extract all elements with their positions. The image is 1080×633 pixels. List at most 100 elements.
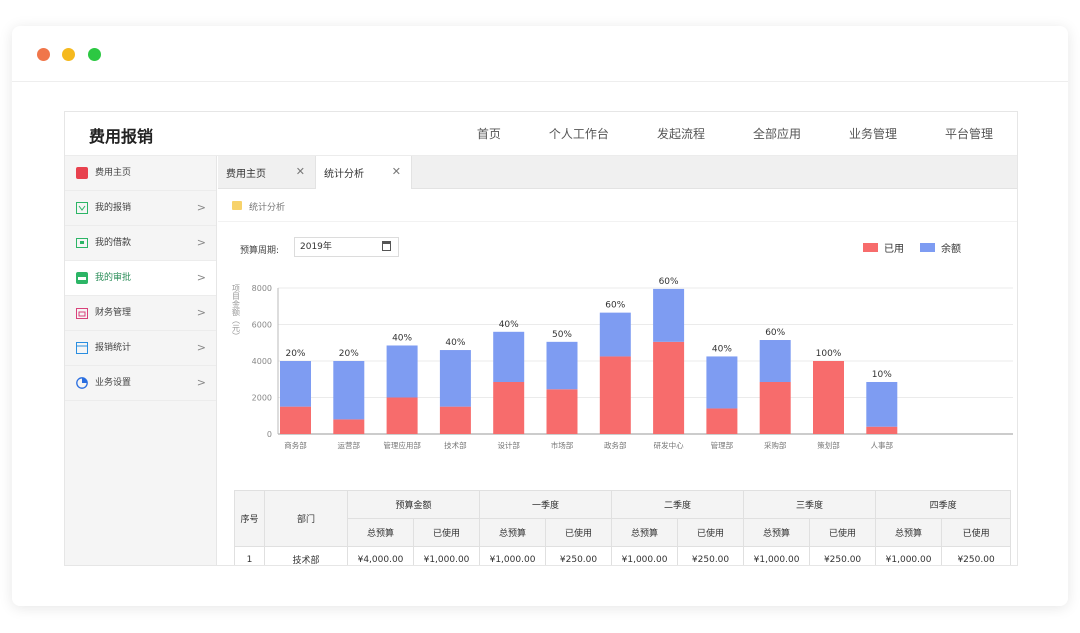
y-tick-label: 8000 (252, 284, 272, 293)
receipt-icon (76, 202, 88, 214)
subheader-total: 总预算 (347, 518, 414, 547)
chevron-right-icon: > (196, 201, 206, 214)
subheader-total: 总预算 (743, 518, 811, 547)
bar-used (706, 408, 738, 434)
data-label: 10% (872, 370, 892, 380)
bar-remaining (333, 361, 365, 420)
minimize-window-button[interactable] (62, 48, 75, 61)
sidebar-item-label: 费用主页 (95, 168, 132, 178)
close-icon[interactable]: ✕ (392, 165, 401, 178)
top-nav: 首页 个人工作台 发起流程 全部应用 业务管理 平台管理 (429, 112, 993, 156)
legend-label-used: 已用 (884, 244, 904, 255)
bar-remaining (439, 350, 471, 407)
sidebar-item-statistics[interactable]: 报销统计 > (65, 331, 216, 366)
x-tick-label: 市场部 (551, 440, 574, 450)
approval-icon (76, 272, 88, 284)
table-cell: ¥1,000.00 (743, 546, 811, 565)
close-icon[interactable]: ✕ (296, 165, 305, 178)
tab-expense-home[interactable]: 费用主页 ✕ (218, 156, 315, 189)
chart-legend: 已用 余额 (847, 240, 961, 255)
app-window: 费用报销 首页 个人工作台 发起流程 全部应用 业务管理 平台管理 费用主页 我… (12, 26, 1068, 606)
bar-remaining (653, 288, 685, 342)
x-tick-label: 管理部 (711, 440, 734, 450)
data-label: 60% (765, 328, 785, 338)
window-titlebar (12, 26, 1068, 82)
nav-item-start-process[interactable]: 发起流程 (657, 112, 705, 156)
breadcrumb-current: 统计分析 (249, 203, 286, 213)
subheader-used: 已使用 (809, 518, 877, 547)
sidebar-item-settings[interactable]: 业务设置 > (65, 366, 216, 401)
x-tick-label: 技术部 (444, 440, 467, 450)
table-row[interactable]: 1 技术部 ¥4,000.00 ¥1,000.00 ¥1,000.00 ¥250… (234, 546, 1012, 565)
x-tick-label: 政务部 (604, 440, 627, 450)
sidebar-item-label: 报销统计 (95, 343, 132, 353)
x-tick-label: 采购部 (764, 440, 787, 450)
col-header-q4: 四季度 (875, 490, 1012, 519)
nav-item-platform[interactable]: 平台管理 (945, 112, 993, 156)
x-tick-label: 策划部 (817, 440, 840, 450)
nav-item-business[interactable]: 业务管理 (849, 112, 897, 156)
bar-used (386, 397, 418, 434)
legend-item-remaining[interactable]: 余额 (920, 240, 961, 255)
nav-item-workbench[interactable]: 个人工作台 (549, 112, 609, 156)
sidebar-item-my-reimbursement[interactable]: 我的报销 > (65, 191, 216, 226)
top-bar: 费用报销 首页 个人工作台 发起流程 全部应用 业务管理 平台管理 (65, 112, 1017, 156)
pie-icon (76, 377, 88, 389)
bar-remaining (866, 381, 898, 427)
close-window-button[interactable] (37, 48, 50, 61)
money-icon (76, 238, 88, 248)
data-label: 40% (712, 344, 732, 354)
x-tick-label: 管理应用部 (383, 440, 421, 450)
data-label: 20% (339, 349, 359, 359)
bar-remaining (599, 312, 631, 357)
legend-item-used[interactable]: 已用 (863, 240, 904, 255)
col-header-index: 序号 (234, 490, 265, 547)
bar-used (813, 361, 844, 434)
y-tick-label: 2000 (252, 394, 272, 403)
data-label: 60% (605, 301, 625, 311)
bar-used (653, 341, 685, 434)
data-label: 50% (552, 330, 572, 340)
x-tick-label: 研发中心 (654, 440, 684, 450)
subheader-used: 已使用 (545, 518, 613, 547)
bar-used (759, 381, 791, 434)
legend-swatch-remaining (920, 243, 935, 252)
stats-icon (76, 342, 88, 354)
y-tick-label: 4000 (252, 357, 272, 366)
bar-used (866, 426, 898, 434)
sidebar-item-my-approval[interactable]: 我的审批 > (65, 261, 216, 296)
table-cell: ¥250.00 (941, 546, 1012, 565)
nav-item-all-apps[interactable]: 全部应用 (753, 112, 801, 156)
budget-bar-chart: 0 2000 4000 6000 8000 项目金额（元） 20% 商务部 20% 运营部 40% 管… (232, 277, 1013, 450)
bar-remaining (759, 340, 791, 382)
y-tick-label: 0 (267, 430, 272, 439)
sidebar-item-my-loan[interactable]: 我的借款 > (65, 226, 216, 261)
tab-label: 费用主页 (226, 169, 266, 180)
col-header-q1: 一季度 (479, 490, 613, 519)
chevron-right-icon: > (196, 306, 206, 319)
sidebar-item-label: 业务设置 (95, 378, 132, 388)
sidebar-item-finance[interactable]: 财务管理 > (65, 296, 216, 331)
x-tick-label: 设计部 (497, 440, 520, 450)
table-cell: ¥1,000.00 (875, 546, 943, 565)
calendar-icon[interactable] (382, 241, 391, 251)
tab-statistics[interactable]: 统计分析 ✕ (315, 156, 412, 189)
expense-app: 费用报销 首页 个人工作台 发起流程 全部应用 业务管理 平台管理 费用主页 我… (64, 111, 1018, 566)
app-title: 费用报销 (89, 127, 154, 146)
table-cell: 1 (234, 546, 265, 565)
legend-label-remaining: 余额 (941, 244, 961, 255)
subheader-total: 总预算 (875, 518, 943, 547)
y-axis-label: 项目金额（元） (232, 284, 241, 340)
sidebar-item-home[interactable]: 费用主页 (65, 156, 216, 191)
subheader-total: 总预算 (479, 518, 547, 547)
bar-used (439, 406, 471, 434)
nav-item-home[interactable]: 首页 (477, 112, 501, 156)
maximize-window-button[interactable] (88, 48, 101, 61)
chevron-right-icon: > (196, 376, 206, 389)
bar-used (599, 356, 631, 434)
tab-label: 统计分析 (324, 169, 364, 180)
y-tick-label: 6000 (252, 321, 272, 330)
col-header-department: 部门 (264, 490, 348, 547)
bar-remaining (493, 331, 525, 382)
budget-period-picker[interactable]: 2019年 (294, 237, 399, 257)
